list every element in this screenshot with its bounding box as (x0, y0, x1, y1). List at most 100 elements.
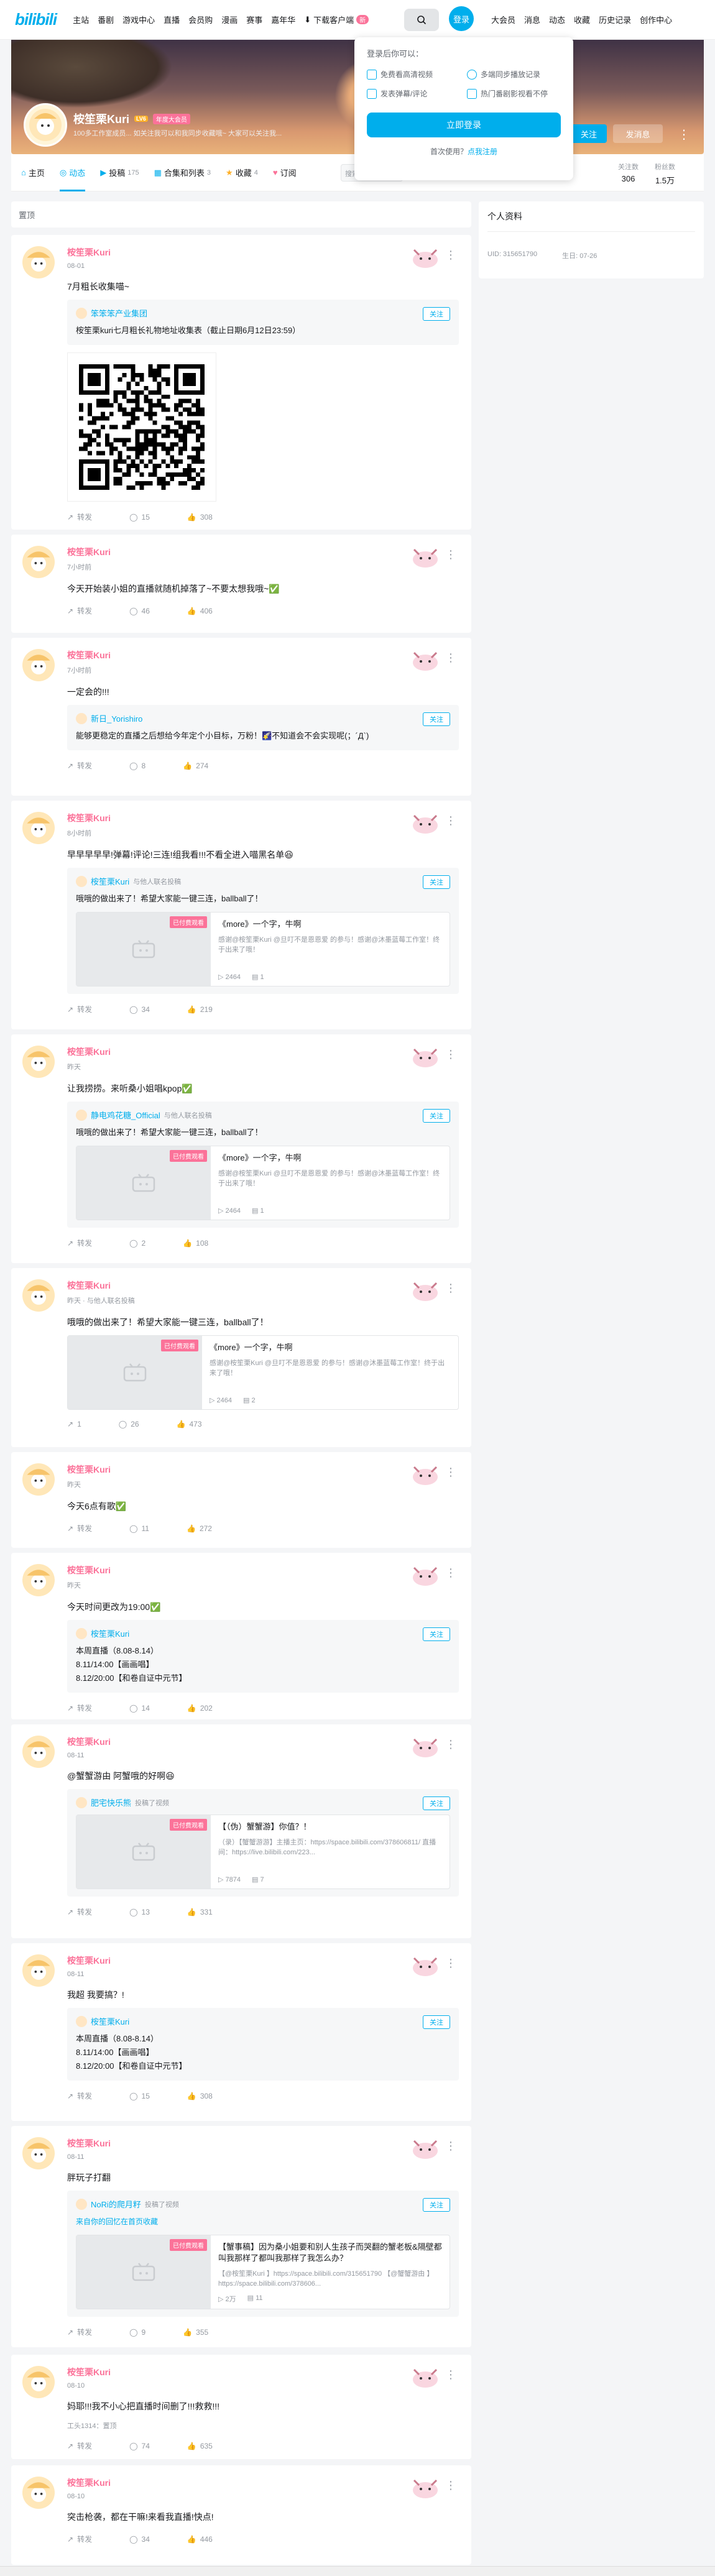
author-name[interactable]: 桉笙栗Kuri (67, 1736, 459, 1748)
card-more-icon[interactable]: ⋮ (445, 1466, 456, 1479)
author-name[interactable]: 桉笙栗Kuri (67, 812, 459, 824)
tab-dynamics[interactable]: ◎ 动态 (59, 154, 86, 191)
video-thumbnail[interactable]: 已付费观看 (76, 1815, 211, 1888)
tab-subscriptions[interactable]: ♥ 订阅 (273, 154, 297, 191)
card-more-icon[interactable]: ⋮ (445, 1282, 456, 1295)
forwarded-content[interactable]: 桉笙栗Kuri 关注 本周直播（8.08-8.14） 8.11/14:00【画画唱】… (67, 2008, 459, 2081)
card-more-icon[interactable]: ⋮ (445, 1566, 456, 1580)
card-more-icon[interactable]: ⋮ (445, 2140, 456, 2153)
tab-collections[interactable]: ▦ 合集和列表 3 (154, 154, 211, 191)
comment-button[interactable]: ◯ 15 (129, 2091, 150, 2101)
video-title[interactable]: 《more》一个字，牛啊 (210, 1342, 451, 1353)
forwarded-content[interactable]: 桉笙栗Kuri 与他人联名投稿 关注 哦哦的做出来了！希望大家能一键三连，ballba… (67, 868, 459, 994)
like-button[interactable]: 👍 635 (187, 2440, 213, 2451)
share-button[interactable]: ↗ 1 (67, 1420, 81, 1428)
forwarded-author[interactable]: 桉笙栗Kuri (91, 875, 129, 887)
forwarded-content[interactable]: 肥宅快乐熊 投稿了视频 关注 已付费观看 【（伪）蟹蟹游】你值？！ （录）【蟹蟹游游】主播… (67, 1789, 459, 1897)
video-card[interactable]: 已付费观看 【（伪）蟹蟹游】你值？！ （录）【蟹蟹游游】主播主页：https://s… (76, 1815, 450, 1889)
author-name[interactable]: 桉笙栗Kuri (67, 649, 459, 661)
forwarded-content[interactable]: 桉笙栗Kuri 关注 本周直播（8.08-8.14） 8.11/14:00【画画唱】… (67, 1620, 459, 1693)
forwarded-content[interactable]: NoRi的爬月籽 投稿了视频 关注 来自你的回忆在首页收藏 已付费观看 【蟹事稿】因为桑小… (67, 2191, 459, 2317)
forwarded-author[interactable]: 笨笨笨产业集团 (91, 307, 147, 319)
comment-button[interactable]: ◯ 9 (129, 2327, 145, 2337)
video-title[interactable]: 《more》一个字，牛啊 (218, 1152, 442, 1164)
share-button[interactable]: ↗ 转发 (67, 2440, 92, 2451)
forwarded-follow-button[interactable]: 关注 (423, 307, 450, 321)
author-name[interactable]: 桉笙栗Kuri (67, 2366, 459, 2378)
forwarded-avatar[interactable] (76, 2015, 87, 2027)
like-button[interactable]: 👍 272 (187, 1523, 212, 1534)
vip-badge[interactable]: 年度大会员 (152, 113, 190, 124)
nav-item-mall[interactable]: 会员购 (188, 14, 213, 25)
author-name[interactable]: 桉笙栗Kuri (67, 1463, 459, 1476)
author-name[interactable]: 桉笙栗Kuri (67, 1279, 459, 1292)
comment-button[interactable]: ◯ 15 (129, 512, 150, 522)
share-button[interactable]: ↗ 转发 (67, 1703, 92, 1713)
share-button[interactable]: ↗ 转发 (67, 2091, 92, 2101)
share-button[interactable]: ↗ 转发 (67, 1238, 92, 1248)
author-name[interactable]: 桉笙栗Kuri (67, 2137, 459, 2150)
nav-item-carnival[interactable]: 嘉年华 (271, 14, 295, 25)
forwarded-author[interactable]: 新日_Yorishiro (91, 712, 142, 724)
forwarded-avatar[interactable] (76, 307, 87, 319)
nav-favorites[interactable]: 收藏 (574, 14, 590, 25)
forwarded-follow-button[interactable]: 关注 (423, 1627, 450, 1641)
author-name[interactable]: 桉笙栗Kuri (67, 1046, 459, 1058)
card-more-icon[interactable]: ⋮ (445, 651, 456, 665)
nav-messages[interactable]: 消息 (524, 14, 540, 25)
following-stat[interactable]: 关注数 306 (618, 162, 639, 186)
share-button[interactable]: ↗ 转发 (67, 605, 92, 616)
video-title[interactable]: 【（伪）蟹蟹游】你值？！ (218, 1821, 442, 1833)
author-avatar[interactable] (22, 546, 55, 578)
forwarded-author[interactable]: 静电鸡花糖_Official (91, 1109, 160, 1121)
nav-item-anime[interactable]: 番剧 (98, 14, 114, 25)
comment-button[interactable]: ◯ 8 (129, 760, 145, 771)
nav-item-live[interactable]: 直播 (164, 14, 180, 25)
forwarded-avatar[interactable] (76, 712, 87, 724)
author-avatar[interactable] (22, 1954, 55, 1987)
author-name[interactable]: 桉笙栗Kuri (67, 546, 459, 558)
forwarded-content[interactable]: 笨笨笨产业集团 关注 桉笙栗kuri七月粗长礼物地址收集表（截止日期6月12日23:… (67, 300, 459, 345)
forwarded-avatar[interactable] (76, 2198, 87, 2210)
nav-item-main[interactable]: 主站 (73, 14, 89, 25)
like-button[interactable]: 👍 108 (183, 1238, 208, 1248)
video-card[interactable]: 已付费观看 《more》一个字，牛啊 感谢@桉笙栗Kuri @旦叮不是恩恩爱 的参与… (67, 1335, 459, 1410)
nav-item-game[interactable]: 游戏中心 (122, 14, 155, 25)
author-name[interactable]: 桉笙栗Kuri (67, 1564, 459, 1576)
share-button[interactable]: ↗ 转发 (67, 1004, 92, 1014)
download-client-button[interactable]: ⬇ 下载客户端 新 (304, 14, 369, 25)
share-button[interactable]: ↗ 转发 (67, 760, 92, 771)
comment-button[interactable]: ◯ 74 (129, 2440, 150, 2451)
comment-button[interactable]: ◯ 34 (129, 1004, 150, 1014)
card-more-icon[interactable]: ⋮ (445, 2368, 456, 2381)
forwarded-follow-button[interactable]: 关注 (423, 1109, 450, 1123)
video-title[interactable]: 【蟹事稿】因为桑小姐要和别人生孩子而哭翻的蟹老板&隔壁都叫我那样了都叫我那样了我… (218, 2242, 442, 2264)
author-name[interactable]: 桉笙栗Kuri (67, 2477, 459, 2489)
author-avatar[interactable] (22, 1736, 55, 1768)
author-avatar[interactable] (22, 649, 55, 681)
video-card[interactable]: 已付费观看 《more》一个字，牛啊 感谢@桉笙栗Kuri @旦叮不是恩恩爱 的参与… (76, 912, 450, 987)
forwarded-follow-button[interactable]: 关注 (423, 2015, 450, 2029)
forwarded-avatar[interactable] (76, 1627, 87, 1639)
card-more-icon[interactable]: ⋮ (445, 2479, 456, 2492)
like-button[interactable]: 👍 446 (187, 2534, 213, 2544)
comment-button[interactable]: ◯ 26 (119, 1420, 139, 1428)
bilibili-logo[interactable]: bilibili (15, 10, 57, 29)
forwarded-content[interactable]: 静电鸡花糖_Official 与他人联名投稿 关注 哦哦的做出来了！希望大家能一键三连… (67, 1102, 459, 1228)
comment-button[interactable]: ◯ 11 (129, 1523, 149, 1534)
comment-button[interactable]: ◯ 2 (129, 1238, 145, 1248)
more-options-icon[interactable]: ⋮ (678, 127, 690, 142)
author-avatar[interactable] (22, 2366, 55, 2398)
nav-item-manga[interactable]: 漫画 (221, 14, 238, 25)
author-avatar[interactable] (22, 1046, 55, 1078)
share-button[interactable]: ↗ 转发 (67, 1907, 92, 1917)
author-avatar[interactable] (22, 1463, 55, 1496)
forwarded-author[interactable]: 桉笙栗Kuri (91, 1627, 129, 1639)
forwarded-content[interactable]: 新日_Yorishiro 关注 能够更稳定的直播之后想给今年定个小目标，万粉！🌠不知… (67, 705, 459, 750)
video-card[interactable]: 已付费观看 【蟹事稿】因为桑小姐要和别人生孩子而哭翻的蟹老板&隔壁都叫我那样了都叫… (76, 2235, 450, 2309)
card-more-icon[interactable]: ⋮ (445, 1048, 456, 1061)
card-more-icon[interactable]: ⋮ (445, 548, 456, 561)
author-avatar[interactable] (22, 246, 55, 278)
video-thumbnail[interactable]: 已付费观看 (76, 913, 211, 986)
nav-creator-center[interactable]: 创作中心 (640, 14, 672, 25)
